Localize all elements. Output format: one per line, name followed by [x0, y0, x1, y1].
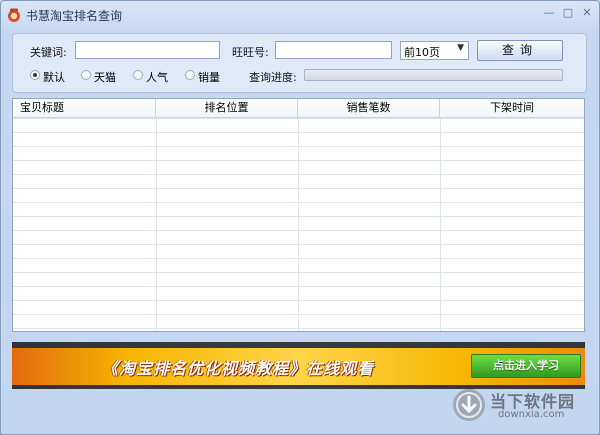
column-header-delist-time[interactable]: 下架时间 — [440, 99, 584, 117]
table-header: 宝贝标题 排名位置 销售笔数 下架时间 — [13, 99, 584, 118]
query-progress-bar — [304, 69, 563, 81]
query-button[interactable]: 查询 — [477, 40, 563, 61]
pages-select-value: 前10页 — [404, 46, 440, 59]
column-header-rank[interactable]: 排名位置 — [156, 99, 298, 117]
radio-icon — [133, 70, 143, 80]
pages-select[interactable]: 前10页 ▼ — [400, 41, 469, 60]
sort-option-label: 天猫 — [94, 71, 116, 84]
column-divider — [156, 118, 157, 331]
banner-text: 《淘宝排名优化视频教程》在线观看 — [102, 359, 375, 378]
table-body — [13, 118, 584, 331]
close-button[interactable]: ✕ — [580, 6, 594, 20]
radio-icon — [185, 70, 195, 80]
watermark-url: downxia.com — [498, 409, 565, 420]
banner-stripe — [12, 342, 585, 348]
radio-icon — [81, 70, 91, 80]
maximize-button[interactable]: □ — [561, 6, 575, 20]
ad-banner[interactable]: 《淘宝排名优化视频教程》在线观看 点击进入学习 — [12, 342, 585, 389]
radio-icon — [30, 70, 40, 80]
window-title: 书慧淘宝排名查询 — [26, 9, 123, 23]
app-icon — [8, 8, 20, 22]
sort-option-label: 销量 — [198, 71, 220, 84]
keyword-label: 关键词: — [30, 46, 67, 59]
title-bar[interactable]: 书慧淘宝排名查询 — □ ✕ — [1, 1, 599, 29]
sort-option-label: 人气 — [146, 71, 168, 84]
minimize-button[interactable]: — — [542, 6, 556, 20]
enter-learning-button[interactable]: 点击进入学习 — [471, 354, 581, 378]
keyword-input[interactable] — [75, 41, 220, 59]
results-table[interactable]: 宝贝标题 排名位置 销售笔数 下架时间 — [12, 98, 585, 332]
column-divider — [440, 118, 441, 331]
progress-label: 查询进度: — [249, 71, 297, 84]
wangwang-input[interactable] — [275, 41, 392, 59]
column-divider — [298, 118, 299, 331]
column-header-sales[interactable]: 销售笔数 — [298, 99, 440, 117]
sort-option-label: 默认 — [43, 71, 65, 84]
wangwang-label: 旺旺号: — [232, 46, 269, 59]
download-logo-icon — [453, 389, 485, 421]
column-header-title[interactable]: 宝贝标题 — [13, 99, 156, 117]
chevron-down-icon: ▼ — [457, 43, 464, 53]
